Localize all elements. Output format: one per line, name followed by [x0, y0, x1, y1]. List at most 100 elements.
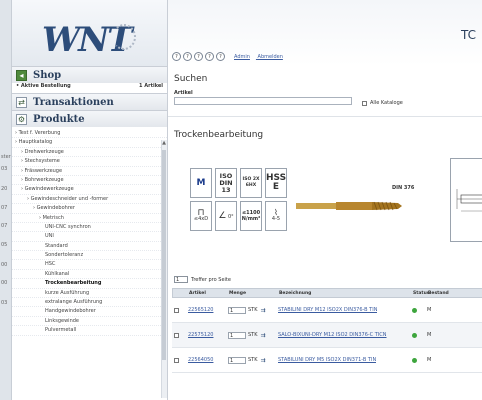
din-number: 13 [221, 185, 231, 194]
col-qty[interactable]: Menge [227, 291, 277, 296]
tree-item[interactable]: Trockenbearbeitung [12, 279, 167, 289]
results-per-page: 1 Treffer pro Seite [174, 276, 231, 283]
all-catalogs-toggle[interactable]: Alle Kataloge [362, 100, 403, 106]
edge-text: 00 [1, 262, 8, 268]
tap-tool-image [296, 201, 402, 211]
all-catalogs-checkbox[interactable] [362, 100, 367, 106]
cart-icon: ◂ [16, 69, 27, 81]
metric-thread-pictogram: M [190, 168, 212, 198]
per-page-label: Treffer pro Seite [191, 276, 231, 283]
unit-label: STK [248, 332, 258, 338]
corner-title: TC [460, 28, 476, 42]
tree-item[interactable]: Sondertoleranz [12, 251, 167, 261]
products-panel-header[interactable]: ⚙ Produkte [12, 110, 167, 127]
tree-item[interactable]: Kühlkanal [12, 270, 167, 280]
per-page-select[interactable]: 1 [174, 276, 188, 283]
edge-text: 00 [1, 280, 8, 286]
depth-text: ≤4xD [193, 216, 209, 222]
article-number[interactable]: 22565120 [188, 307, 213, 313]
tree-item[interactable]: Handgewindebohrer [12, 307, 167, 317]
tree-item[interactable]: Linksgewinde [12, 317, 167, 327]
quantity-input[interactable]: 1 [228, 356, 246, 364]
tree-item[interactable]: UNI-CNC synchron [12, 223, 167, 233]
scrollbar-thumb[interactable] [162, 150, 166, 360]
add-to-cart-icon[interactable]: ⇉ [261, 307, 266, 314]
admin-link[interactable]: Admin [234, 54, 250, 60]
divider [168, 116, 482, 117]
products-icon: ⚙ [16, 113, 27, 125]
tree-item[interactable]: › Gewindewerkzeuge [12, 185, 167, 195]
status-dot-icon [412, 357, 417, 363]
tree-item[interactable]: › Gewindebohrer [12, 204, 167, 214]
results-table: Artikel Menge Bezeichnung Status Bestand… [172, 288, 482, 373]
col-stock[interactable]: Bestand [426, 291, 456, 296]
product-description[interactable]: SALO-BIXUNI-DRY M12 ISO2 DIN376-C TICN [278, 332, 387, 338]
tree-item[interactable]: kurze Ausführung [12, 289, 167, 299]
table-row: 22565120 1 STK ⇉ STABILINI DRY M12 ISO2X… [172, 298, 482, 323]
products-title: Produkte [33, 113, 85, 125]
article-number[interactable]: 22564050 [188, 357, 213, 363]
tree-item[interactable]: › Metrisch [12, 214, 167, 223]
col-desc[interactable]: Bezeichnung [277, 291, 411, 296]
strength-unit: N/mm² [241, 216, 261, 222]
shop-panel-header[interactable]: ◂ Shop [12, 66, 167, 83]
col-status[interactable]: Status [411, 291, 429, 296]
edge-text: 03 [1, 166, 8, 172]
article-input[interactable] [174, 97, 352, 105]
iso-din-pictogram: ISO DIN 13 [215, 168, 237, 198]
transactions-title: Transaktionen [33, 96, 114, 108]
search-title: Suchen [174, 74, 208, 84]
nav-circle-icon[interactable]: ? [183, 52, 192, 61]
quantity-input[interactable]: 1 [228, 331, 246, 339]
row-checkbox[interactable] [174, 332, 179, 338]
angle-text: 0° [227, 214, 234, 220]
tree-item[interactable]: › Gewindeschneider und -former [12, 195, 167, 205]
home-circle-icon[interactable]: ? [194, 52, 203, 61]
active-order-row[interactable]: • Aktive Bestellung 1 Artikel [12, 83, 167, 93]
quantity-input[interactable]: 1 [228, 306, 246, 314]
main-content: ? ? ? ? ? Admin Abmelden TC Suchen Artik… [168, 0, 482, 400]
info-circle-icon[interactable]: ? [216, 52, 225, 61]
add-to-cart-icon[interactable]: ⇉ [261, 332, 266, 339]
article-label: Artikel [174, 90, 193, 96]
angle-pictogram: ∠ 0° [215, 201, 237, 231]
hss-e-line: E [272, 182, 280, 192]
tree-item[interactable]: › Bohrwerkzeuge [12, 176, 167, 186]
search-circle-icon[interactable]: ? [205, 52, 214, 61]
table-row: 22575120 1 STK ⇉ SALO-BIXUNI-DRY M12 ISO… [172, 323, 482, 348]
tree-item[interactable]: › Hauptkatalog [12, 138, 167, 148]
tree-item[interactable]: extralange Ausführung [12, 298, 167, 308]
tree-item[interactable]: › Fräswerkzeuge [12, 167, 167, 176]
add-to-cart-icon[interactable]: ⇉ [261, 357, 266, 364]
tree-item[interactable]: HSC [12, 260, 167, 270]
top-links: Admin Abmelden [234, 54, 289, 60]
edge-text: ster [1, 154, 11, 160]
tree-item[interactable]: Pulvermetall [12, 326, 167, 336]
depth-pictogram: ⊓ ≤4xD [190, 201, 212, 231]
col-article[interactable]: Artikel [187, 291, 227, 296]
product-description[interactable]: STABILINI DRY M12 ISO2X DIN376-B TIN [278, 307, 377, 313]
row-checkbox[interactable] [174, 307, 179, 313]
row-checkbox[interactable] [174, 357, 179, 363]
edge-text: 07 [1, 205, 8, 211]
logout-link[interactable]: Abmelden [258, 54, 283, 60]
status-dot-icon [412, 307, 417, 313]
scroll-up-arrow-icon[interactable]: ▲ [161, 140, 167, 146]
left-edge-strip: ster 03 20 07 07 05 00 00 03 [0, 0, 12, 400]
tree-item[interactable]: UNI [12, 232, 167, 242]
tree-item[interactable]: › Test f. Vererbung [12, 129, 167, 139]
table-row: 22564050 1 STK ⇉ STABILUNI DRY M5 ISO2X … [172, 348, 482, 373]
product-description[interactable]: STABILUNI DRY M5 ISO2X DIN371-B TIN [278, 357, 376, 363]
tree-item[interactable]: › Stechsysteme [12, 157, 167, 167]
article-number[interactable]: 22575120 [188, 332, 213, 338]
section-title: Trockenbearbeitung [174, 130, 264, 140]
tolerance-class: 6HX [245, 183, 257, 188]
top-bar: ? ? ? ? ? Admin Abmelden TC [168, 0, 482, 66]
help-circle-icon[interactable]: ? [172, 52, 181, 61]
transactions-panel-header[interactable]: ⇄ Transaktionen [12, 93, 167, 110]
tree-item[interactable]: Standard [12, 242, 167, 252]
tree-item[interactable]: › Drehwerkzeuge [12, 148, 167, 158]
edge-text: 07 [1, 223, 8, 229]
table-header: Artikel Menge Bezeichnung Status Bestand [172, 288, 482, 298]
quick-buttons: ? ? ? ? ? [172, 52, 225, 61]
